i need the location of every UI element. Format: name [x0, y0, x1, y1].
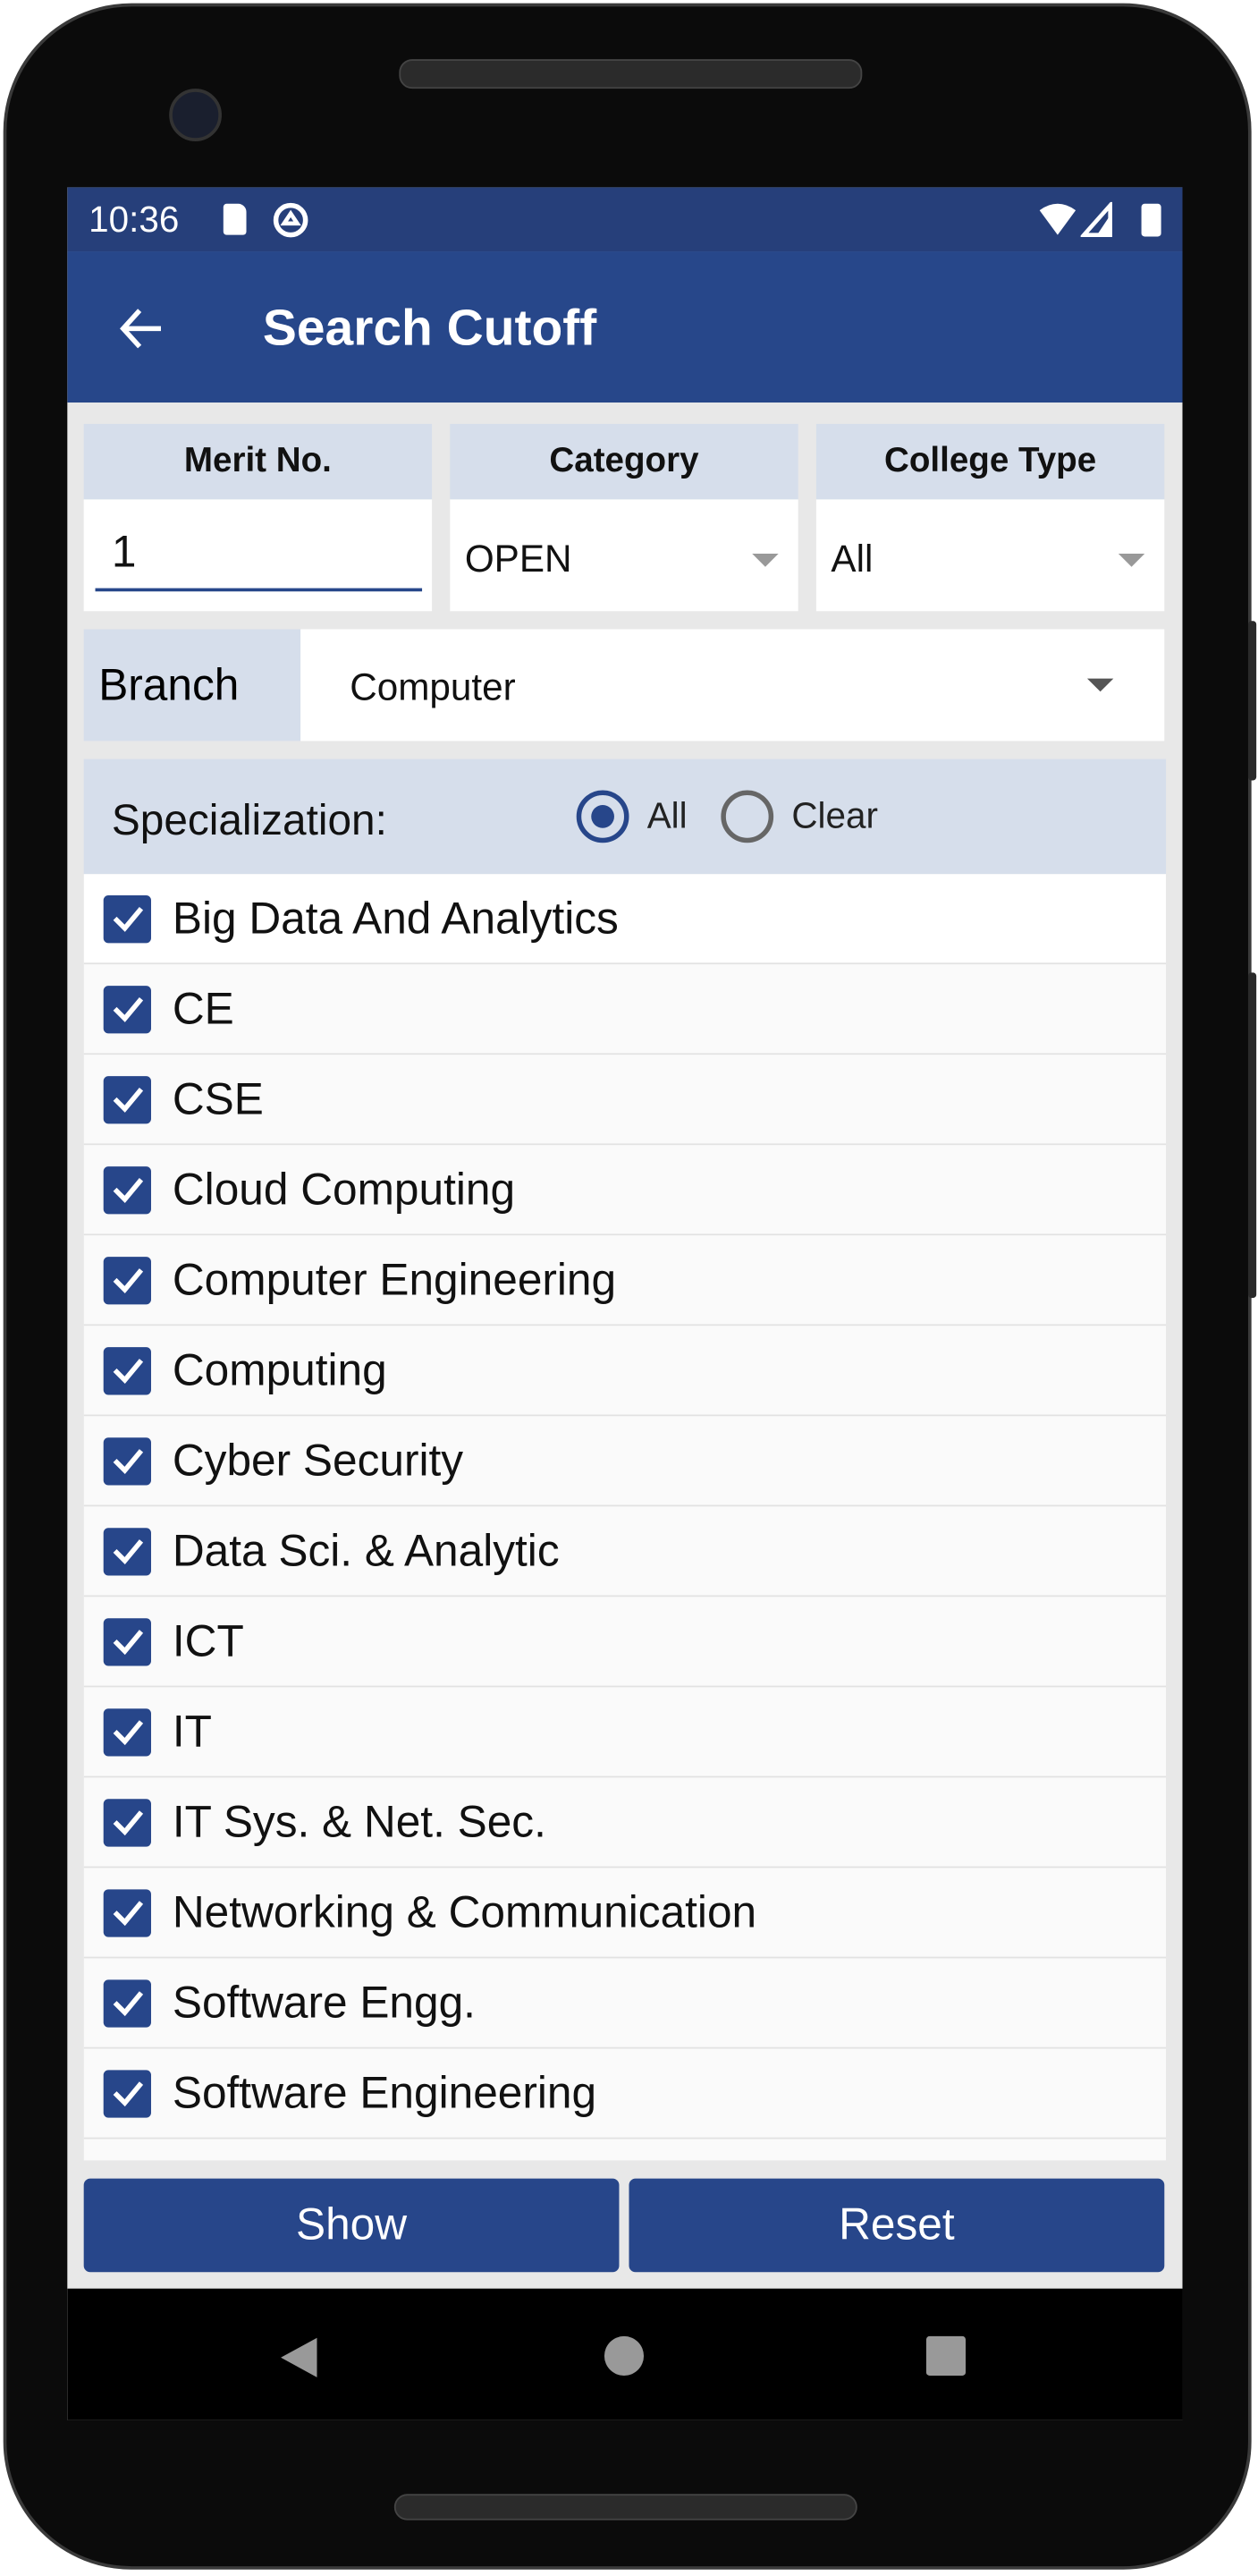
list-item[interactable]: Software Engg.: [83, 1958, 1167, 2049]
radio-unselected-icon: [721, 790, 774, 843]
sd-card-icon: [223, 203, 247, 235]
list-item[interactable]: CSE: [83, 1055, 1167, 1146]
category-value: OPEN: [464, 537, 572, 580]
radio-all-label: All: [646, 795, 688, 836]
specialization-list[interactable]: Big Data And Analytics CE CSE Cloud Computi…: [83, 874, 1167, 2161]
specialization-label: Specialization:: [111, 795, 387, 845]
radio-clear-label: Clear: [791, 795, 878, 836]
checkbox-checked-icon[interactable]: [103, 2159, 151, 2161]
checkbox-checked-icon[interactable]: [103, 1798, 151, 1846]
list-item-label: IT Sys. & Net. Sec.: [172, 1796, 546, 1846]
bottom-speaker: [393, 2494, 857, 2521]
list-item[interactable]: ICT: [83, 1597, 1167, 1688]
checkbox-checked-icon[interactable]: [103, 1979, 151, 2027]
list-item-label: CSE: [172, 1073, 264, 1123]
data-saver-icon: [273, 202, 308, 238]
app-bar: Search Cutoff: [67, 251, 1183, 403]
checkbox-checked-icon[interactable]: [103, 1165, 151, 1214]
checkbox-checked-icon[interactable]: [103, 894, 151, 943]
list-item-label: Software Engg.: [172, 1977, 476, 2027]
radio-all[interactable]: All: [576, 790, 688, 843]
merit-value: 1: [111, 527, 137, 577]
checkbox-checked-icon[interactable]: [103, 1888, 151, 1936]
signal-icon: [1080, 201, 1112, 237]
list-item-label: Computing: [172, 1344, 387, 1394]
front-camera: [169, 89, 222, 141]
checkbox-checked-icon[interactable]: [103, 985, 151, 1033]
college-type-value: All: [831, 537, 874, 580]
reset-button[interactable]: Reset: [629, 2178, 1165, 2273]
list-item[interactable]: Computing: [83, 1326, 1167, 1417]
radio-clear[interactable]: Clear: [721, 790, 878, 843]
category-dropdown[interactable]: OPEN: [450, 499, 798, 612]
list-item-label: Big Data And Analytics: [172, 893, 619, 943]
checkbox-checked-icon[interactable]: [103, 1256, 151, 1304]
branch-value: Computer: [350, 665, 516, 708]
radio-selected-icon: [576, 790, 629, 843]
category-label: Category: [450, 423, 798, 500]
checkbox-checked-icon[interactable]: [103, 1436, 151, 1485]
list-item-label: Web Technology: [173, 2158, 499, 2161]
list-item[interactable]: IT Sys. & Net. Sec.: [83, 1777, 1167, 1868]
list-item-label: Networking & Communication: [172, 1886, 757, 1936]
checkbox-checked-icon[interactable]: [103, 1707, 151, 1756]
navigation-bar: [67, 2288, 1183, 2420]
branch-label: Branch: [83, 629, 301, 741]
college-type-label: College Type: [815, 423, 1165, 500]
list-item[interactable]: IT: [83, 1687, 1167, 1778]
power-button: [1247, 972, 1257, 1299]
list-item[interactable]: Cloud Computing: [83, 1145, 1167, 1236]
list-item[interactable]: Web Technology: [83, 2139, 1167, 2161]
checkbox-checked-icon[interactable]: [103, 1346, 151, 1394]
list-item-label: ICT: [172, 1615, 244, 1665]
list-item[interactable]: Data Sci. & Analytic: [83, 1506, 1167, 1597]
merit-label: Merit No.: [83, 423, 433, 500]
nav-recents-icon[interactable]: [925, 2335, 967, 2377]
volume-button: [1247, 621, 1257, 781]
status-bar: 10:36: [67, 187, 1183, 252]
specialization-header: Specialization: All Clear: [83, 758, 1167, 875]
checkbox-checked-icon[interactable]: [103, 1617, 151, 1665]
list-item-label: Cyber Security: [172, 1435, 464, 1485]
list-item-label: Computer Engineering: [172, 1254, 617, 1304]
branch-dropdown[interactable]: Computer: [300, 629, 1165, 741]
nav-home-icon[interactable]: [604, 2335, 645, 2377]
list-item[interactable]: Networking & Communication: [83, 1868, 1167, 1959]
chevron-down-icon: [752, 554, 779, 567]
arrow-left-icon[interactable]: [116, 304, 165, 353]
input-underline: [95, 588, 423, 592]
list-item-label: Software Engineering: [172, 2067, 597, 2117]
page-title: Search Cutoff: [262, 299, 597, 357]
list-item-label: Data Sci. & Analytic: [172, 1525, 560, 1575]
checkbox-checked-icon[interactable]: [103, 1075, 151, 1123]
list-item[interactable]: Computer Engineering: [83, 1235, 1167, 1326]
chevron-down-icon: [1118, 554, 1145, 567]
list-item[interactable]: Software Engineering: [83, 2048, 1167, 2140]
list-item[interactable]: Cyber Security: [83, 1416, 1167, 1507]
list-item[interactable]: Big Data And Analytics: [83, 874, 1167, 965]
merit-input[interactable]: 1: [83, 499, 433, 612]
list-item-label: CE: [172, 983, 234, 1033]
chevron-down-icon: [1086, 678, 1114, 692]
nav-back-icon[interactable]: [277, 2334, 320, 2380]
status-time: 10:36: [89, 199, 180, 241]
list-item-label: IT: [172, 1706, 212, 1756]
battery-icon: [1141, 203, 1161, 237]
wifi-icon: [1039, 203, 1076, 235]
college-type-dropdown[interactable]: All: [815, 499, 1165, 612]
show-button[interactable]: Show: [83, 2178, 620, 2273]
screen: 10:36 Search Cutoff Merit No. Category C…: [67, 187, 1183, 2420]
checkbox-checked-icon[interactable]: [103, 1527, 151, 1575]
earpiece-speaker: [399, 59, 863, 89]
list-item-label: Cloud Computing: [172, 1164, 516, 1214]
checkbox-checked-icon[interactable]: [103, 2069, 151, 2117]
list-item[interactable]: CE: [83, 964, 1167, 1055]
